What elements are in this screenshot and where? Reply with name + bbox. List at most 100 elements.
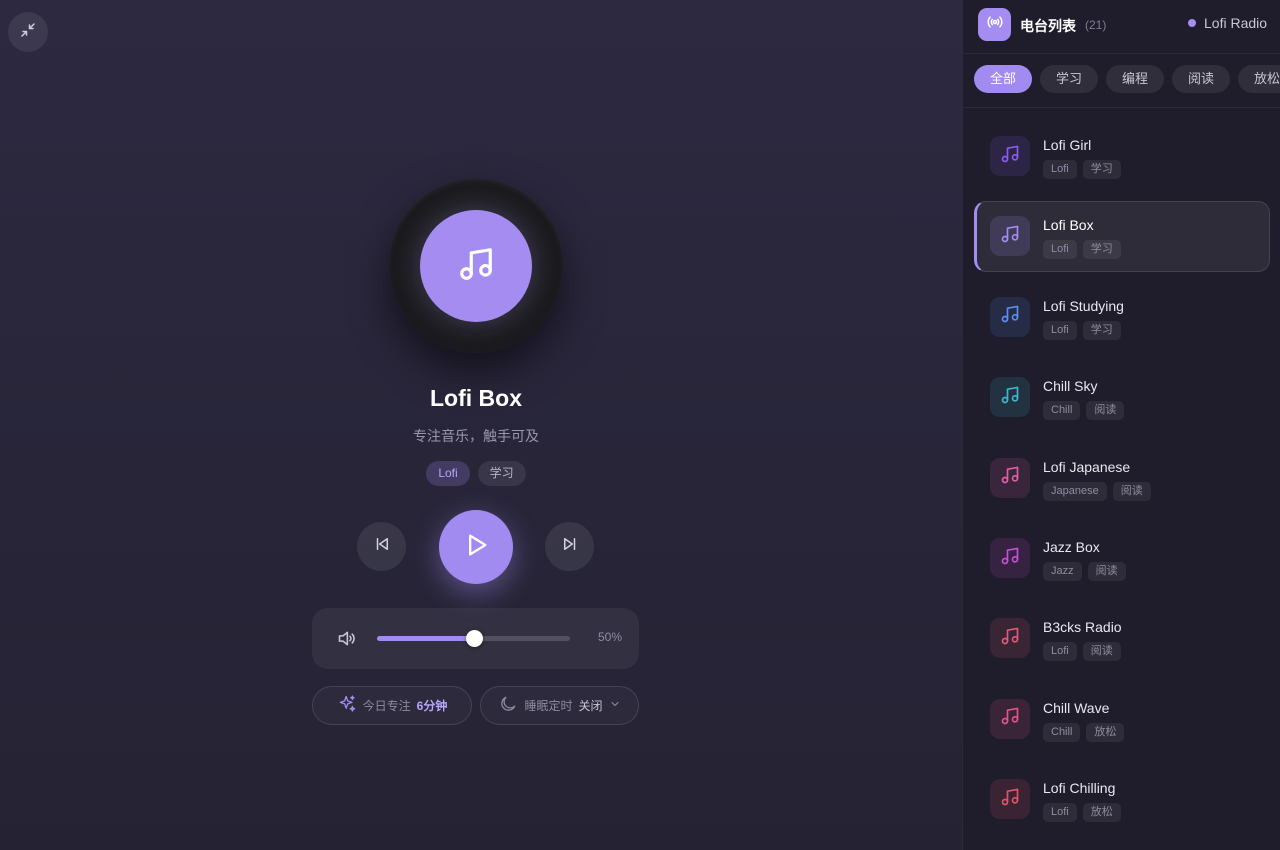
- now-playing-tag: 学习: [477, 461, 526, 486]
- station-tag: Lofi: [1043, 642, 1077, 662]
- volume-value: 50%: [597, 630, 622, 644]
- music-note-icon: [457, 245, 495, 288]
- station-tag: 放松: [1086, 722, 1125, 742]
- station-item[interactable]: Lofi Box Lofi 学习: [974, 201, 1270, 273]
- radio-broadcast-icon: [986, 13, 1004, 36]
- sleep-timer-value: 关闭: [578, 699, 603, 713]
- filter-chip[interactable]: 全部: [974, 65, 1032, 93]
- volume-slider-thumb[interactable]: [465, 630, 483, 647]
- station-tag: Chill: [1043, 722, 1081, 742]
- brand-dot: [1188, 19, 1196, 27]
- station-tag: 阅读: [1082, 642, 1121, 662]
- music-note-icon: [1000, 224, 1020, 249]
- focus-time-indicator: 今日专注 6分钟: [312, 686, 472, 725]
- radio-logo: [978, 8, 1011, 41]
- collapse-arrows-icon: [20, 22, 36, 43]
- station-item[interactable]: B3cks Radio Lofi 阅读: [974, 603, 1270, 674]
- station-name: Lofi Studying: [1043, 297, 1124, 314]
- now-playing-tags: Lofi 学习: [0, 461, 952, 486]
- station-tag: 阅读: [1086, 401, 1125, 421]
- station-tag: Lofi: [1043, 320, 1077, 340]
- station-tags: Chill 放松: [1043, 722, 1125, 742]
- music-note-icon: [1000, 144, 1020, 169]
- station-tag: Lofi: [1043, 160, 1077, 179]
- station-icon-tile: [990, 779, 1030, 820]
- station-item[interactable]: Jazz Box Jazz 阅读: [974, 523, 1270, 594]
- station-tags: Lofi 学习: [1043, 160, 1121, 179]
- station-icon-tile: [990, 538, 1030, 578]
- station-tag: Chill: [1043, 401, 1081, 421]
- station-name: Chill Sky: [1043, 378, 1098, 395]
- filter-chip[interactable]: 阅读: [1172, 65, 1230, 93]
- collapse-button[interactable]: [8, 12, 48, 52]
- play-icon: [462, 531, 490, 564]
- station-tags: Lofi 学习: [1043, 240, 1121, 260]
- station-tags: Lofi 放松: [1043, 803, 1121, 823]
- brand-name: Lofi Radio: [1204, 15, 1268, 31]
- station-tag: 学习: [1082, 160, 1121, 179]
- sleep-timer-button[interactable]: 睡眠定时 关闭: [480, 686, 639, 725]
- disc-center: [420, 210, 532, 322]
- music-note-icon: [1000, 626, 1020, 651]
- station-item[interactable]: Lofi Chilling Lofi 放松: [974, 764, 1270, 835]
- station-tag: Lofi: [1043, 803, 1077, 823]
- previous-button[interactable]: [357, 522, 406, 571]
- station-tag: 学习: [1082, 320, 1121, 340]
- station-icon-tile: [990, 377, 1030, 418]
- station-count: (21): [1085, 18, 1107, 32]
- music-note-icon: [1000, 385, 1020, 410]
- station-item[interactable]: Lofi Japanese Japanese 阅读: [974, 443, 1270, 514]
- filter-chip[interactable]: 编程: [1106, 65, 1164, 93]
- chevron-down-icon: [609, 698, 621, 713]
- station-tags: Lofi 学习: [1043, 320, 1121, 340]
- skip-previous-icon: [373, 535, 391, 558]
- volume-control: 50%: [312, 608, 639, 669]
- station-list-panel: 电台列表 (21) Lofi Radio 全部 学习 编程 阅读 放松 Lofi Gir…: [962, 0, 1280, 850]
- station-name: Chill Wave: [1043, 699, 1110, 716]
- music-note-icon: [1000, 465, 1020, 490]
- station-name: Lofi Box: [1043, 217, 1094, 234]
- station-tag: 阅读: [1112, 481, 1151, 501]
- station-list-title: 电台列表: [1020, 18, 1076, 34]
- station-icon-tile: [990, 216, 1030, 257]
- station-tag: 学习: [1082, 240, 1121, 260]
- sparkle-icon: [337, 694, 357, 717]
- station-name: Lofi Chilling: [1043, 780, 1116, 797]
- station-item[interactable]: Chill Sky Chill 阅读: [974, 362, 1270, 433]
- station-icon-tile: [990, 698, 1030, 739]
- station-tag: Lofi: [1043, 240, 1077, 260]
- volume-slider-fill: [377, 636, 474, 641]
- station-item[interactable]: Chill Wave Chill 放松: [974, 684, 1270, 755]
- station-tags: Jazz 阅读: [1043, 562, 1126, 581]
- now-playing-title: Lofi Box: [430, 385, 522, 411]
- player-panel: Lofi Box 专注音乐，触手可及 Lofi 学习 50% 今日专注 6分钟 …: [0, 0, 962, 850]
- station-list-header: 电台列表 (21) Lofi Radio: [963, 0, 1280, 54]
- play-button[interactable]: [439, 510, 513, 584]
- focus-label: 今日专注: [362, 699, 411, 713]
- next-button[interactable]: [545, 522, 594, 571]
- volume-slider[interactable]: [377, 630, 570, 647]
- station-tag: 放松: [1082, 803, 1121, 823]
- focus-value: 6分钟: [416, 699, 448, 713]
- station-name: B3cks Radio: [1043, 619, 1122, 636]
- music-note-icon: [1000, 546, 1020, 571]
- now-playing-tag: Lofi: [426, 461, 470, 486]
- category-filters: 全部 学习 编程 阅读 放松: [974, 65, 1280, 93]
- station-name: Lofi Japanese: [1043, 458, 1131, 475]
- music-note-icon: [1000, 706, 1020, 731]
- station-tags: Japanese 阅读: [1043, 481, 1151, 501]
- station-tag: Japanese: [1043, 481, 1107, 501]
- filter-chip[interactable]: 放松: [1238, 65, 1280, 93]
- volume-icon[interactable]: [336, 628, 357, 654]
- music-note-icon: [1000, 787, 1020, 812]
- station-icon-tile: [990, 457, 1030, 498]
- station-item[interactable]: Lofi Studying Lofi 学习: [974, 282, 1270, 353]
- category-filter-bar: 全部 学习 编程 阅读 放松: [963, 54, 1280, 108]
- station-tag: 阅读: [1087, 562, 1126, 581]
- filter-chip[interactable]: 学习: [1040, 65, 1098, 93]
- station-icon-tile: [990, 618, 1030, 659]
- station-item[interactable]: Lofi Girl Lofi 学习: [974, 121, 1270, 192]
- station-tags: Lofi 阅读: [1043, 642, 1121, 662]
- station-tag: Jazz: [1043, 562, 1082, 581]
- station-tags: Chill 阅读: [1043, 401, 1125, 421]
